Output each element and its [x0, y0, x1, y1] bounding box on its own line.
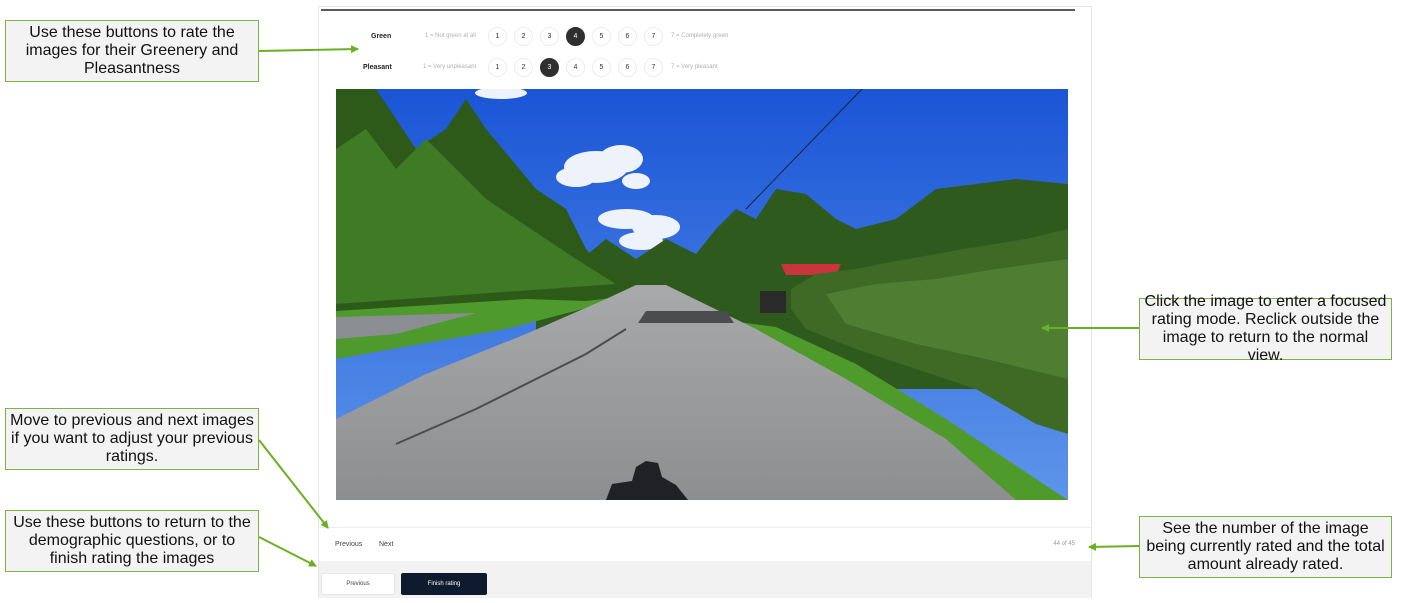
previous-image-link[interactable]: Previous	[335, 541, 362, 548]
pleasant-option-2[interactable]: 2	[514, 57, 533, 77]
arrow-counter-hint	[1088, 542, 1140, 551]
image-counter: 44 of 45	[1053, 541, 1075, 547]
finish-rating-button[interactable]: Finish rating	[401, 573, 487, 595]
pleasant-option-7[interactable]: 7	[644, 57, 663, 77]
pleasant-option-1[interactable]: 1	[488, 57, 507, 77]
rating-panel: Green 1 = Not green at all 1 2 3 4 5 6 7…	[318, 6, 1092, 598]
green-option-2[interactable]: 2	[514, 26, 533, 46]
green-option-6[interactable]: 6	[618, 26, 637, 46]
callout-counter-hint: See the number of the image being curren…	[1139, 516, 1392, 578]
green-scale-min-label: 1 = Not green at all	[425, 33, 476, 39]
pleasant-scale-max-label: 7 = Very pleasant	[671, 64, 718, 70]
callout-rate-buttons: Use these buttons to rate the images for…	[5, 20, 259, 82]
callout-prev-next: Move to previous and next images if you …	[5, 408, 259, 470]
previous-button[interactable]: Previous	[321, 573, 395, 595]
arrow-return-finish	[258, 536, 317, 567]
pleasant-option-5[interactable]: 5	[592, 57, 611, 77]
pleasant-option-3[interactable]: 3	[540, 57, 559, 77]
footer-bar: Previous Finish rating	[319, 561, 1091, 598]
callout-focus-mode: Click the image to enter a focused ratin…	[1139, 293, 1392, 364]
green-option-1[interactable]: 1	[488, 26, 507, 46]
street-photo[interactable]	[336, 89, 1068, 500]
green-rating-label: Green	[371, 32, 392, 40]
green-option-4[interactable]: 4	[566, 26, 585, 46]
next-image-link[interactable]: Next	[379, 541, 393, 548]
pleasant-rating-label: Pleasant	[363, 63, 392, 71]
image-navigation-bar: Previous Next 44 of 45	[319, 527, 1091, 561]
top-divider	[321, 9, 1075, 11]
green-option-7[interactable]: 7	[644, 26, 663, 46]
pleasant-option-4[interactable]: 4	[566, 57, 585, 77]
green-scale-max-label: 7 = Completely green	[671, 33, 729, 39]
pleasant-scale-min-label: 1 = Very unpleasant	[423, 64, 477, 70]
green-option-3[interactable]: 3	[540, 26, 559, 46]
callout-return-finish: Use these buttons to return to the demog…	[5, 510, 259, 572]
pleasant-option-6[interactable]: 6	[618, 57, 637, 77]
green-option-5[interactable]: 5	[592, 26, 611, 46]
